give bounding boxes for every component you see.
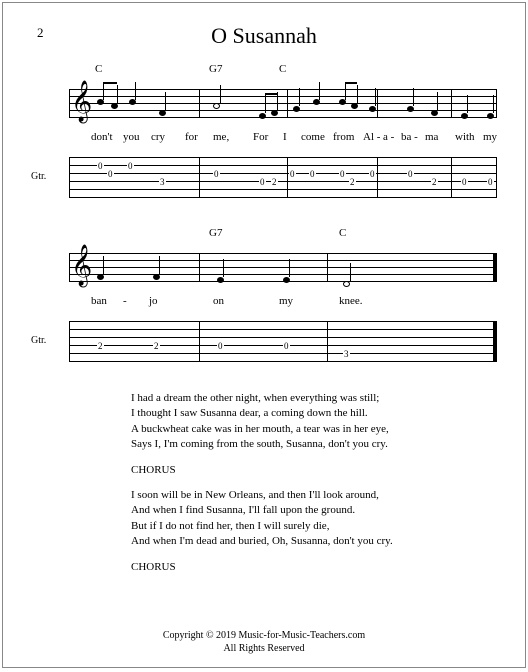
chord-symbol: C [339, 227, 346, 239]
lyric-syllable: you [123, 131, 140, 143]
verse-line: And when I'm dead and buried, Oh, Susann… [131, 534, 497, 549]
additional-verses: I had a dream the other night, when ever… [131, 391, 497, 575]
guitar-tab: Gtr. 2 2 0 0 3 [31, 317, 497, 371]
verse-line: But if I do not find her, then I will su… [131, 519, 497, 534]
lyric-syllable: jo [149, 295, 158, 307]
tab-instrument-label: Gtr. [31, 171, 46, 182]
tab-fret-number: 0 [339, 170, 346, 179]
tab-fret-number: 0 [487, 178, 494, 187]
chord-symbol: C [95, 63, 102, 75]
tab-fret-number: 2 [153, 342, 160, 351]
tab-fret-number: 0 [461, 178, 468, 187]
lyric-syllable: with [455, 131, 475, 143]
treble-staff: 𝄞 [31, 79, 497, 127]
lyric-syllable: ma [425, 131, 438, 143]
guitar-tab: Gtr. 0003002000200200 [31, 153, 497, 207]
tab-fret-number: 0 [217, 342, 224, 351]
tab-fret-number: 0 [213, 170, 220, 179]
lyric-syllable: from [333, 131, 354, 143]
chord-row: C G7 C [31, 63, 497, 77]
chord-symbol: G7 [209, 63, 222, 75]
tab-fret-number: 0 [283, 342, 290, 351]
lyric-syllable: on [213, 295, 224, 307]
lyric-syllable: For [253, 131, 268, 143]
tab-fret-number: 0 [97, 162, 104, 171]
tab-fret-number: 3 [159, 178, 166, 187]
verse-2: I had a dream the other night, when ever… [131, 391, 497, 453]
verse-line: I had a dream the other night, when ever… [131, 391, 497, 406]
tab-fret-number: 0 [259, 178, 266, 187]
chorus-marker: CHORUS [131, 463, 497, 478]
copyright-line: Copyright © 2019 Music-for-Music-Teacher… [3, 629, 525, 642]
lyric-syllable: come [301, 131, 325, 143]
lyric-syllable: my [279, 295, 293, 307]
lyric-syllable: for [185, 131, 198, 143]
treble-staff: 𝄞 [31, 243, 497, 291]
lyric-syllable: Al - [363, 131, 380, 143]
copyright-line: All Rights Reserved [3, 642, 525, 655]
tab-fret-number: 0 [407, 170, 414, 179]
tab-fret-number: 0 [289, 170, 296, 179]
verse-line: And when I find Susanna, I'll fall upon … [131, 503, 497, 518]
lyric-syllable: my [483, 131, 497, 143]
tab-instrument-label: Gtr. [31, 335, 46, 346]
lyric-syllable: don't [91, 131, 113, 143]
tab-fret-number: 2 [271, 178, 278, 187]
lyric-syllable: a - [383, 131, 394, 143]
lyric-syllable: knee. [339, 295, 363, 307]
verse-line: A buckwheat cake was in her mouth, a tea… [131, 422, 497, 437]
lyric-syllable: - [123, 295, 127, 307]
lyric-syllable: I [283, 131, 287, 143]
music-system-1: C G7 C 𝄞 [31, 63, 497, 207]
sheet-music-page: 2 O Susannah C G7 C 𝄞 [2, 2, 526, 668]
copyright-notice: Copyright © 2019 Music-for-Music-Teacher… [3, 629, 525, 655]
tab-fret-number: 0 [127, 162, 134, 171]
tab-fret-number: 2 [349, 178, 356, 187]
lyrics-row: ban - jo on my knee. [31, 295, 497, 309]
lyric-syllable: cry [151, 131, 165, 143]
music-system-2: G7 C 𝄞 ban - jo on my knee. Gtr. [31, 227, 497, 371]
verse-line: I thought I saw Susanna dear, a coming d… [131, 406, 497, 421]
song-title: O Susannah [31, 23, 497, 49]
chord-symbol: G7 [209, 227, 222, 239]
lyrics-row: don't youcry for me, For Icome from Al -a - ba -… [31, 131, 497, 145]
tab-fret-number: 3 [343, 350, 350, 359]
chord-symbol: C [279, 63, 286, 75]
lyric-syllable: ba - [401, 131, 418, 143]
tab-fret-number: 0 [309, 170, 316, 179]
verse-line: Says I, I'm coming from the south, Susan… [131, 437, 497, 452]
tab-fret-number: 2 [431, 178, 438, 187]
chorus-marker: CHORUS [131, 560, 497, 575]
tab-fret-number: 2 [97, 342, 104, 351]
tab-fret-number: 0 [369, 170, 376, 179]
chord-row: G7 C [31, 227, 497, 241]
page-number: 2 [37, 25, 44, 41]
tab-fret-number: 0 [107, 170, 114, 179]
lyric-syllable: me, [213, 131, 229, 143]
verse-3: I soon will be in New Orleans, and then … [131, 488, 497, 550]
verse-line: I soon will be in New Orleans, and then … [131, 488, 497, 503]
lyric-syllable: ban [91, 295, 107, 307]
